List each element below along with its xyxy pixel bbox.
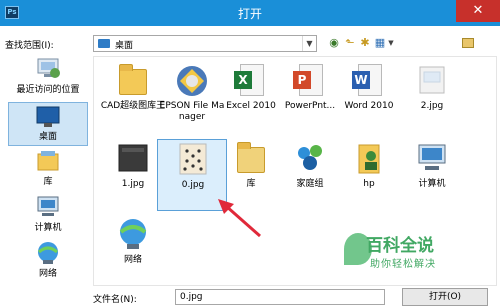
file-list[interactable]: CAD超级图库王 EPSON File Manager X Excel 2010…	[93, 56, 497, 286]
window-title: 打开	[237, 7, 262, 21]
place-label: 库	[43, 177, 53, 187]
network-icon	[119, 219, 147, 249]
view-menu-chevron-icon[interactable]: ▼	[384, 36, 398, 50]
place-label: 最近访问的位置	[16, 85, 80, 95]
file-item-hp[interactable]: hp	[334, 139, 404, 211]
places-bar: 最近访问的位置 桌面 库 计算机 网络	[8, 56, 88, 286]
back-icon[interactable]: ◉	[327, 36, 341, 50]
user-folder-icon	[358, 144, 380, 174]
address-row: 查找范围(I): 桌面 ▼ ◉ ⬑ ✱ ▦ ▼	[0, 26, 500, 60]
excel-icon: X	[231, 61, 271, 99]
watermark-logo: 百科全说 助你轻松解决	[344, 229, 474, 279]
file-item-network[interactable]: 网络	[98, 215, 168, 287]
image-file-icon	[118, 144, 148, 172]
recent-places-icon	[37, 58, 60, 78]
library-folder-icon	[231, 139, 271, 177]
annotation-arrow-icon	[218, 199, 261, 238]
file-item-word[interactable]: W Word 2010	[334, 61, 404, 133]
file-item-2jpg[interactable]: 2.jpg	[397, 61, 467, 133]
network-icon	[38, 242, 58, 264]
chevron-down-icon[interactable]: ▼	[302, 36, 316, 51]
folder-options-icon[interactable]	[462, 38, 474, 48]
homegroup-icon	[298, 145, 322, 170]
image-file-icon	[419, 66, 445, 94]
computer-icon	[37, 196, 59, 216]
look-in-label: 查找范围(I):	[5, 41, 54, 51]
file-label: 2.jpg	[420, 101, 444, 111]
new-folder-icon[interactable]: ✱	[358, 36, 372, 50]
place-label: 网络	[38, 269, 57, 279]
look-in-value: 桌面	[115, 41, 134, 51]
file-label: 网络	[123, 255, 142, 265]
place-recent[interactable]: 最近访问的位置	[8, 56, 88, 102]
place-label: 桌面	[38, 132, 57, 142]
title-bar: Ps 打开 ✕	[0, 0, 500, 26]
filename-row: 文件名(N): 打开(O)	[0, 286, 500, 307]
file-label: 计算机	[418, 179, 446, 189]
watermark-title: 百科全说	[366, 236, 434, 256]
watermark-subtitle: 助你轻松解决	[370, 259, 436, 270]
word-icon: W	[349, 61, 389, 99]
powerpoint-icon: P	[290, 61, 330, 99]
place-libraries[interactable]: 库	[8, 148, 88, 192]
up-folder-icon[interactable]: ⬑	[343, 36, 357, 50]
computer-icon	[418, 144, 446, 170]
file-label: Word 2010	[344, 101, 394, 111]
epson-app-icon	[177, 66, 207, 96]
image-file-icon	[179, 143, 207, 175]
folder-icon	[113, 61, 153, 99]
close-button[interactable]: ✕	[456, 0, 500, 22]
desktop-icon	[36, 106, 60, 127]
place-label: 计算机	[34, 223, 62, 233]
file-label: hp	[363, 179, 375, 189]
look-in-dropdown[interactable]: 桌面 ▼	[93, 35, 317, 52]
open-button[interactable]: 打开(O)	[402, 288, 488, 306]
libraries-icon	[37, 151, 59, 171]
filename-input[interactable]	[175, 289, 385, 305]
place-computer[interactable]: 计算机	[8, 194, 88, 238]
file-item-computer[interactable]: 计算机	[397, 139, 467, 211]
place-desktop[interactable]: 桌面	[8, 102, 88, 146]
filename-label: 文件名(N):	[93, 295, 137, 305]
desktop-folder-icon	[98, 39, 110, 48]
place-network[interactable]: 网络	[8, 240, 88, 284]
